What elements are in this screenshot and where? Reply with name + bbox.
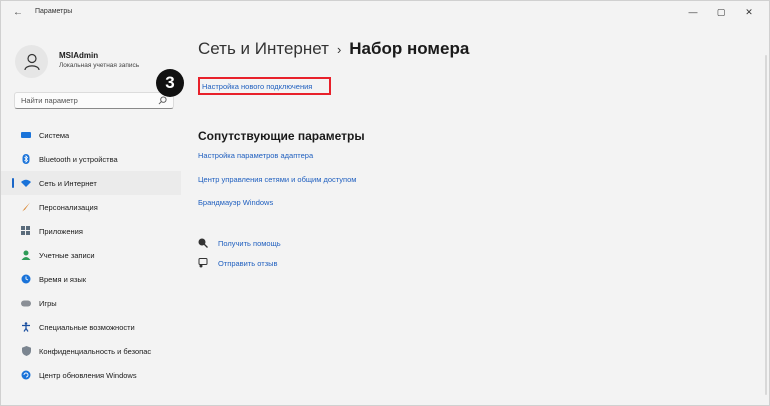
account-icon — [21, 250, 31, 260]
new-connection-link[interactable]: Настройка нового подключения — [198, 77, 331, 95]
adapter-settings-link[interactable]: Настройка параметров адаптера — [198, 151, 313, 160]
page-title: Набор номера — [349, 39, 470, 58]
new-connection-label: Настройка нового подключения — [202, 81, 313, 91]
sidebar-item-label: Время и язык — [39, 274, 87, 284]
brush-icon — [21, 202, 31, 212]
main-content: Сеть и Интернет › Набор номера 3 Настройка… — [156, 25, 769, 405]
sidebar-item-apps[interactable]: Приложения — [1, 219, 181, 243]
sidebar-item-label: Специальные возможности — [39, 322, 135, 332]
sidebar-item-label: Приложения — [39, 226, 83, 236]
bluetooth-icon — [21, 154, 31, 164]
update-icon — [21, 370, 31, 380]
app-title: Параметры — [35, 8, 73, 15]
sidebar-item-accessibility[interactable]: Специальные возможности — [1, 315, 181, 339]
shield-icon — [21, 346, 31, 356]
help-icon — [198, 238, 208, 248]
sidebar-item-windows-update[interactable]: Центр обновления Windows — [1, 363, 181, 387]
accessibility-icon — [21, 322, 31, 332]
user-name: MSIAdmin — [59, 51, 99, 60]
apps-icon — [21, 226, 31, 236]
sidebar-item-label: Игры — [39, 298, 57, 308]
gamepad-icon — [21, 298, 31, 308]
get-help-link[interactable]: Получить помощь — [198, 238, 281, 248]
sidebar-item-privacy[interactable]: Конфиденциальность и безопас — [1, 339, 181, 363]
search-placeholder: Найти параметр — [21, 96, 78, 105]
maximize-button[interactable]: ▢ — [707, 3, 735, 21]
sidebar-item-network[interactable]: Сеть и Интернет — [1, 171, 181, 195]
user-account-type: Локальная учетная запись — [59, 62, 140, 69]
sidebar-item-label: Bluetooth и устройства — [39, 154, 118, 164]
sidebar-item-time-language[interactable]: Время и язык — [1, 267, 181, 291]
avatar[interactable] — [15, 45, 48, 78]
feedback-link[interactable]: Отправить отзыв — [198, 258, 278, 268]
scrollbar[interactable] — [765, 55, 767, 395]
get-help-label: Получить помощь — [218, 238, 281, 248]
search-input[interactable]: Найти параметр — [14, 92, 174, 109]
close-button[interactable]: ✕ — [735, 3, 763, 21]
related-settings-title: Сопутствующие параметры — [198, 129, 365, 143]
sidebar-item-system[interactable]: Система — [1, 123, 181, 147]
system-icon — [21, 130, 31, 140]
title-bar: ← Параметры — ▢ ✕ — [1, 1, 769, 25]
sidebar-item-label: Система — [39, 130, 70, 140]
minimize-button[interactable]: — — [679, 3, 707, 21]
network-icon — [21, 178, 31, 188]
sidebar-item-gaming[interactable]: Игры — [1, 291, 181, 315]
sidebar-item-accounts[interactable]: Учетные записи — [1, 243, 181, 267]
firewall-link[interactable]: Брандмауэр Windows — [198, 198, 273, 207]
search-icon — [158, 96, 167, 105]
feedback-label: Отправить отзыв — [218, 258, 278, 268]
clock-icon — [21, 274, 31, 284]
sidebar: MSIAdmin Локальная учетная запись Найти … — [1, 25, 181, 405]
nav-list: Система Bluetooth и устройства Сеть и Ин… — [1, 123, 181, 387]
settings-window: ← Параметры — ▢ ✕ MSIAdmin Локальная уче… — [0, 0, 770, 406]
window-controls: — ▢ ✕ — [679, 3, 763, 21]
sidebar-item-label: Конфиденциальность и безопас — [39, 346, 152, 356]
breadcrumb-parent[interactable]: Сеть и Интернет — [198, 39, 329, 58]
breadcrumb: Сеть и Интернет › Набор номера — [198, 39, 469, 59]
feedback-icon — [198, 258, 208, 268]
breadcrumb-separator: › — [336, 42, 342, 57]
back-button[interactable]: ← — [13, 7, 25, 19]
network-center-link[interactable]: Центр управления сетями и общим доступом — [198, 175, 356, 184]
sidebar-item-label: Сеть и Интернет — [39, 178, 97, 188]
sidebar-item-label: Персонализация — [39, 202, 98, 212]
sidebar-item-personalization[interactable]: Персонализация — [1, 195, 181, 219]
sidebar-item-label: Учетные записи — [39, 250, 95, 260]
sidebar-item-bluetooth[interactable]: Bluetooth и устройства — [1, 147, 181, 171]
sidebar-item-label: Центр обновления Windows — [39, 370, 137, 380]
user-icon — [23, 53, 40, 70]
step-number-badge: 3 — [156, 69, 184, 97]
